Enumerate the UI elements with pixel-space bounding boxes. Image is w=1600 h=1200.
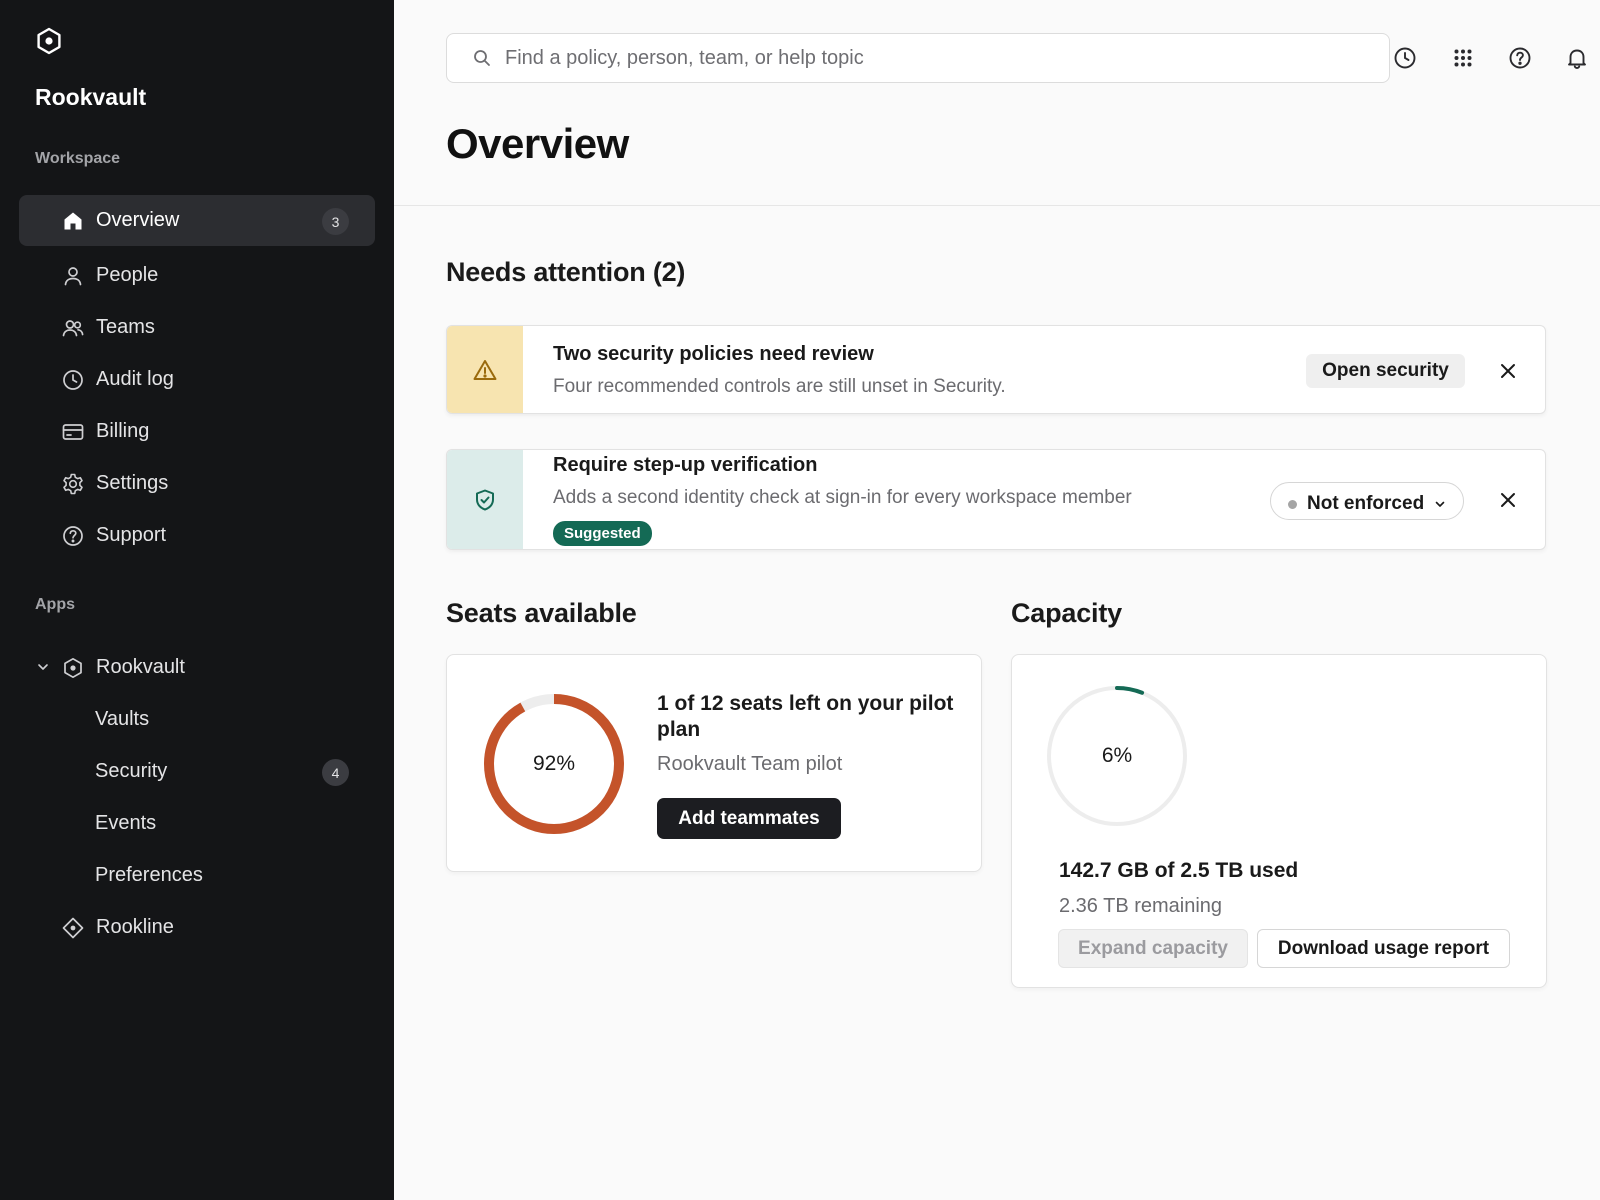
credit-card-icon [62,424,84,440]
alert-security-review: Two security policies need review Four r… [446,325,1546,414]
sidebar-item-teams[interactable]: Teams [19,302,375,353]
sidebar-item-label: Events [95,812,157,834]
download-usage-report-button[interactable]: Download usage report [1257,929,1510,968]
close-icon[interactable] [1498,490,1518,510]
search-bar[interactable] [446,33,1390,83]
open-security-button[interactable]: Open security [1306,354,1465,388]
sidebar-item-label: Rookline [96,916,174,938]
diamond-icon [62,917,84,939]
apps-section-label: Apps [35,596,75,613]
seats-plan: Rookvault Team pilot [657,753,843,775]
needs-attention-heading: Needs attention (2) [446,257,686,287]
sidebar-item-rookline-app[interactable]: Rookline [19,902,375,953]
capacity-heading: Capacity [1011,598,1122,628]
sidebar-item-audit-log[interactable]: Audit log [19,354,375,405]
capacity-card: 6% 142.7 GB of 2.5 TB used 2.36 TB remai… [1011,654,1547,988]
sidebar-item-label: Security [95,760,168,782]
home-icon [64,212,82,230]
users-icon [62,320,84,337]
search-icon [474,50,490,66]
sidebar-item-support[interactable]: Support [19,510,375,561]
page-title: Overview [446,120,629,167]
capacity-percent: 6% [1101,744,1133,767]
sidebar: Rookvault Workspace Overview 3 People Te… [0,0,394,1200]
help-circle-icon [63,526,83,546]
alert-accent [447,326,523,413]
sidebar-item-label: Vaults [95,708,150,730]
sidebar-item-label: Billing [96,420,150,442]
sidebar-item-security[interactable]: Security 4 [19,746,375,797]
history-icon[interactable] [1392,45,1418,71]
search-input[interactable] [505,34,1365,82]
enforcement-select[interactable]: Not enforced [1270,482,1464,520]
warning-icon [473,359,497,380]
sidebar-item-rookvault-app[interactable]: Rookvault [19,642,375,693]
brand-name: Rookvault [35,84,147,110]
count-badge: 4 [322,759,349,786]
alert-description: Four recommended controls are still unse… [553,376,1006,397]
sidebar-item-label: Preferences [95,864,203,886]
capacity-title: 142.7 GB of 2.5 TB used [1059,859,1299,882]
person-icon [64,267,82,286]
close-icon[interactable] [1498,361,1518,381]
sidebar-item-label: People [96,264,159,286]
seats-heading: Seats available [446,598,637,628]
capacity-remaining: 2.36 TB remaining [1059,895,1223,917]
status-dot [1288,500,1297,509]
sidebar-item-settings[interactable]: Settings [19,458,375,509]
apps-grid-icon[interactable] [1450,45,1476,71]
chevron-down-icon [1435,501,1445,507]
sidebar-item-overview[interactable]: Overview 3 [19,195,375,246]
alert-step-up-verification: Require step-up verification Adds a seco… [446,449,1546,550]
sidebar-item-label: Rookvault [96,656,185,678]
count-badge: 3 [322,208,349,235]
seats-card: 92% 1 of 12 seats left on your pilot pla… [446,654,982,872]
workspace-section-label: Workspace [35,150,121,167]
bell-icon[interactable] [1564,45,1590,71]
help-icon[interactable] [1507,45,1533,71]
chevron-down-icon[interactable] [35,659,51,675]
add-teammates-button[interactable]: Add teammates [657,798,841,839]
shield-check-icon [476,489,494,510]
hexagon-icon [64,657,82,679]
suggested-tag: Suggested [553,521,652,546]
clock-icon [63,370,83,390]
sidebar-item-vaults[interactable]: Vaults [19,694,375,745]
sidebar-item-events[interactable]: Events [19,798,375,849]
sidebar-item-label: Settings [96,472,169,494]
alert-description: Adds a second identity check at sign-in … [553,487,1132,508]
alert-accent [447,450,523,549]
sidebar-item-preferences[interactable]: Preferences [19,850,375,901]
header-divider [394,205,1600,206]
expand-capacity-button: Expand capacity [1058,929,1248,968]
gear-icon [63,473,83,495]
sidebar-item-label: Audit log [96,368,174,390]
seats-title: 1 of 12 seats left on your pilot plan [657,692,954,741]
alert-title: Two security policies need review [553,343,874,365]
alert-title: Require step-up verification [553,454,818,476]
sidebar-item-label: Teams [96,316,155,338]
select-value: Not enforced [1307,493,1425,514]
sidebar-item-label: Overview [96,209,180,231]
sidebar-item-label: Support [96,524,167,546]
sidebar-item-billing[interactable]: Billing [19,406,375,457]
hexagon-logo-icon [37,27,61,55]
sidebar-item-people[interactable]: People [19,250,375,301]
seats-percent: 92% [532,752,576,775]
